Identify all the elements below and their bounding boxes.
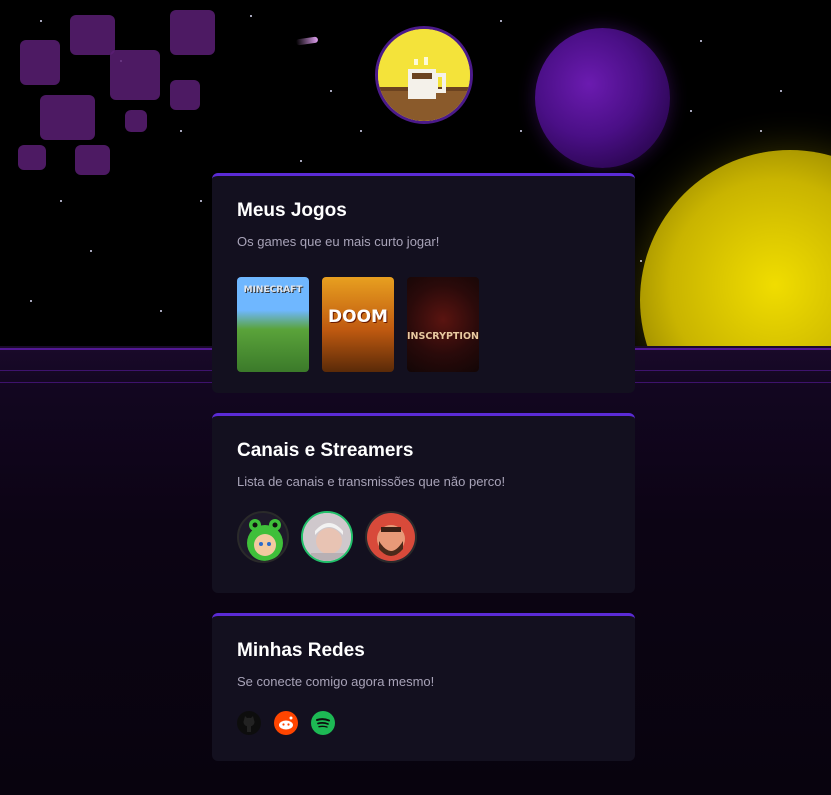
- profile-avatar: [375, 26, 473, 124]
- game-minecraft[interactable]: MINECRAFT: [237, 277, 309, 372]
- asteroid: [110, 50, 160, 100]
- purple-planet: [535, 28, 670, 168]
- asteroid: [170, 10, 215, 55]
- streamers-title: Canais e Streamers: [237, 440, 414, 461]
- asteroid: [170, 80, 200, 110]
- socials-card: Minhas Redes Se conecte comigo agora mes…: [212, 613, 635, 761]
- streamer-bearded-avatar[interactable]: [365, 511, 417, 563]
- socials-subtitle: Se conecte comigo agora mesmo!: [237, 674, 435, 689]
- streamer-frog-hood-avatar[interactable]: [237, 511, 289, 563]
- streamers-list: [237, 511, 610, 563]
- game-inscryption[interactable]: INSCRYPTION: [407, 277, 479, 372]
- reddit-icon[interactable]: [274, 711, 298, 735]
- spotify-icon[interactable]: [311, 711, 335, 735]
- socials-title: Minhas Redes: [237, 640, 365, 661]
- game-doom[interactable]: DOOM: [322, 277, 394, 372]
- games-card: Meus Jogos Os games que eu mais curto jo…: [212, 173, 635, 393]
- asteroid: [125, 110, 147, 132]
- asteroid: [40, 95, 95, 140]
- asteroid: [18, 145, 46, 170]
- asteroid: [70, 15, 115, 55]
- game-title: DOOM: [328, 307, 388, 327]
- streamers-subtitle: Lista de canais e transmissões que não p…: [237, 474, 506, 489]
- asteroid: [20, 40, 60, 85]
- github-icon[interactable]: [237, 711, 261, 735]
- games-list: MINECRAFT DOOM INSCRYPTION: [237, 277, 610, 372]
- games-title: Meus Jogos: [237, 200, 347, 221]
- game-title: INSCRYPTION: [407, 331, 479, 342]
- socials-list: [237, 711, 610, 735]
- streamers-card: Canais e Streamers Lista de canais e tra…: [212, 413, 635, 593]
- coffee-cup-icon: [378, 29, 470, 121]
- game-title: MINECRAFT: [243, 285, 303, 295]
- games-subtitle: Os games que eu mais curto jogar!: [237, 234, 440, 249]
- streamer-white-hair-avatar[interactable]: [301, 511, 353, 563]
- asteroid: [75, 145, 110, 175]
